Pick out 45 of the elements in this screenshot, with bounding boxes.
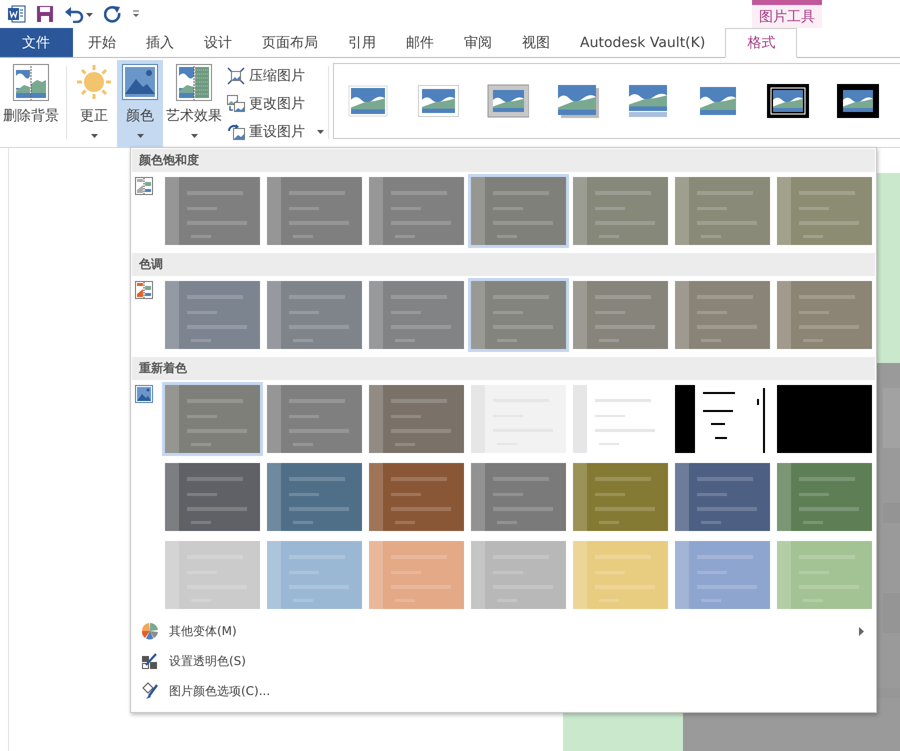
paint-brush-icon [141,682,159,700]
recolor-icon [135,385,153,403]
ribbon-button[interactable]: 颜色 [117,60,163,147]
ribbon-button[interactable]: 更正 [71,60,117,147]
reset-picture-icon [227,122,245,140]
ribbon-tab[interactable]: 邮件 [391,28,449,57]
palette-icon [141,622,159,640]
ribbon-tab[interactable]: 设计 [189,28,247,57]
menu-item[interactable]: 图片颜色选项(C)... [131,676,876,706]
customize-icon[interactable] [132,10,140,18]
redo-icon[interactable] [104,5,122,23]
ribbon-tab[interactable]: 视图 [507,28,565,57]
ribbon-tab[interactable]: 插入 [131,28,189,57]
ribbon-tab[interactable]: 文件 [0,28,73,57]
art-effects-icon [176,64,212,101]
ribbon-button[interactable]: 重设图片 [227,121,324,142]
picture-split-icon [13,64,49,101]
contextual-tab-group: 图片工具 [759,8,815,26]
ribbon-tab[interactable]: Autodesk Vault(K) [565,28,720,57]
recolor-icon [135,281,153,299]
app-icon[interactable] [8,5,26,23]
ribbon-tab[interactable]: 审阅 [449,28,507,57]
ribbon-button[interactable]: 更改图片 [227,93,324,114]
ribbon-tab[interactable]: 格式 [725,28,798,58]
ribbon-button[interactable]: 删除背景 [0,60,62,147]
menu-item[interactable]: 设置透明色(S) [131,646,876,676]
picture-style-option[interactable] [837,84,879,118]
picture-icon [122,64,158,101]
ribbon-button[interactable]: 艺术效果 [163,60,225,147]
picture-style-option[interactable] [767,84,809,118]
ribbon-button[interactable]: 压缩图片 [227,65,324,86]
recolor-icon [135,177,153,195]
section-header: 重新着色 [132,357,875,380]
undo-icon[interactable] [64,5,94,23]
menu-item[interactable]: 其他变体(M) [131,616,876,646]
ribbon-tab[interactable]: 页面布局 [247,28,333,57]
ribbon-tab[interactable]: 引用 [333,28,391,57]
compress-picture-icon [227,66,245,84]
save-icon[interactable] [36,5,54,23]
sun-icon [76,64,112,101]
change-picture-icon [227,94,245,112]
section-header: 色调 [132,253,875,276]
eyedropper-icon [141,652,159,670]
ribbon-tab[interactable]: 开始 [73,28,131,57]
section-header: 颜色饱和度 [132,149,875,172]
